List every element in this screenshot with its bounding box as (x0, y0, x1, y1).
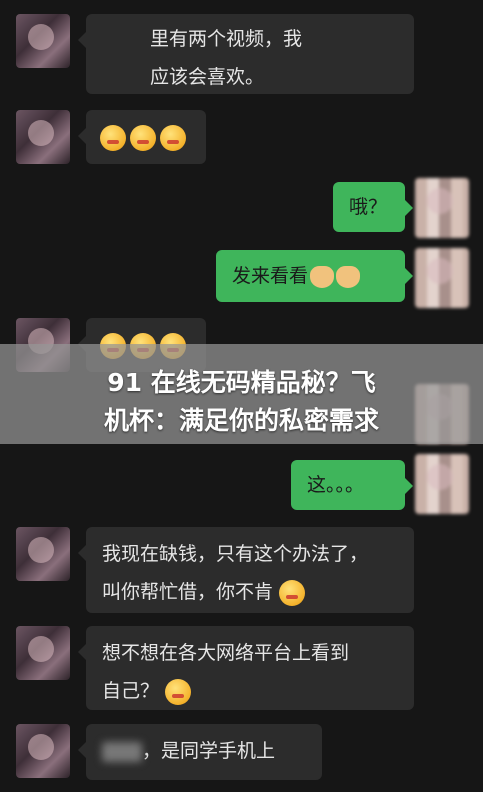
contact-avatar[interactable] (16, 527, 70, 581)
cat-emoji-icon (310, 266, 335, 288)
contact-avatar[interactable] (16, 14, 70, 68)
overlay-title-line: 机杯：满足你的私密需求 (103, 406, 379, 435)
message-text: 发来看看 (232, 265, 309, 287)
outgoing-message-bubble[interactable]: 哦？ (333, 182, 413, 232)
contact-avatar[interactable] (16, 724, 70, 778)
contact-avatar[interactable] (16, 626, 70, 680)
blushing-emoji-icon (160, 125, 186, 151)
smirk-emoji-icon (279, 580, 306, 606)
message-text: 这。。。 (307, 474, 365, 496)
overlay-title-line: 91 在线无码精品秘？飞 (107, 368, 376, 397)
incoming-message-bubble[interactable]: 我现在缺钱，只有这个办法了， 叫你帮忙借，你不肯 (78, 527, 414, 613)
incoming-message-bubble[interactable]: ，是同学手机上 (78, 724, 322, 780)
message-text: 哦？ (349, 196, 388, 218)
message-line: 叫你帮忙借，你不肯 (102, 573, 398, 611)
outgoing-message-bubble[interactable]: 这。。。 (291, 460, 413, 510)
own-avatar[interactable] (415, 178, 469, 238)
message-line: 里有两个视频，我 (150, 28, 303, 50)
message-text: ，是同学手机上 (142, 740, 276, 762)
contact-avatar[interactable] (16, 110, 70, 164)
cat-emoji-icon (336, 266, 361, 288)
rolling-eyes-emoji-icon (165, 679, 192, 705)
redacted-text (102, 742, 142, 762)
incoming-message-bubble[interactable] (78, 110, 206, 164)
blushing-emoji-icon (100, 125, 126, 151)
incoming-message-bubble[interactable]: 里有两个视频，我 应该会喜欢。 (78, 14, 414, 94)
own-avatar[interactable] (415, 454, 469, 514)
message-line: 自己？ (102, 672, 398, 710)
outgoing-message-bubble[interactable]: 发来看看 (216, 250, 413, 302)
own-avatar[interactable] (415, 248, 469, 308)
blushing-emoji-icon (130, 125, 156, 151)
message-line: 应该会喜欢。 (150, 66, 265, 88)
overlay-title: 91 在线无码精品秘？飞 机杯：满足你的私密需求 (0, 364, 483, 440)
incoming-message-bubble[interactable]: 想不想在各大网络平台上看到 自己？ (78, 626, 414, 710)
message-line: 想不想在各大网络平台上看到 (102, 642, 350, 664)
message-line: 我现在缺钱，只有这个办法了， (102, 543, 369, 565)
